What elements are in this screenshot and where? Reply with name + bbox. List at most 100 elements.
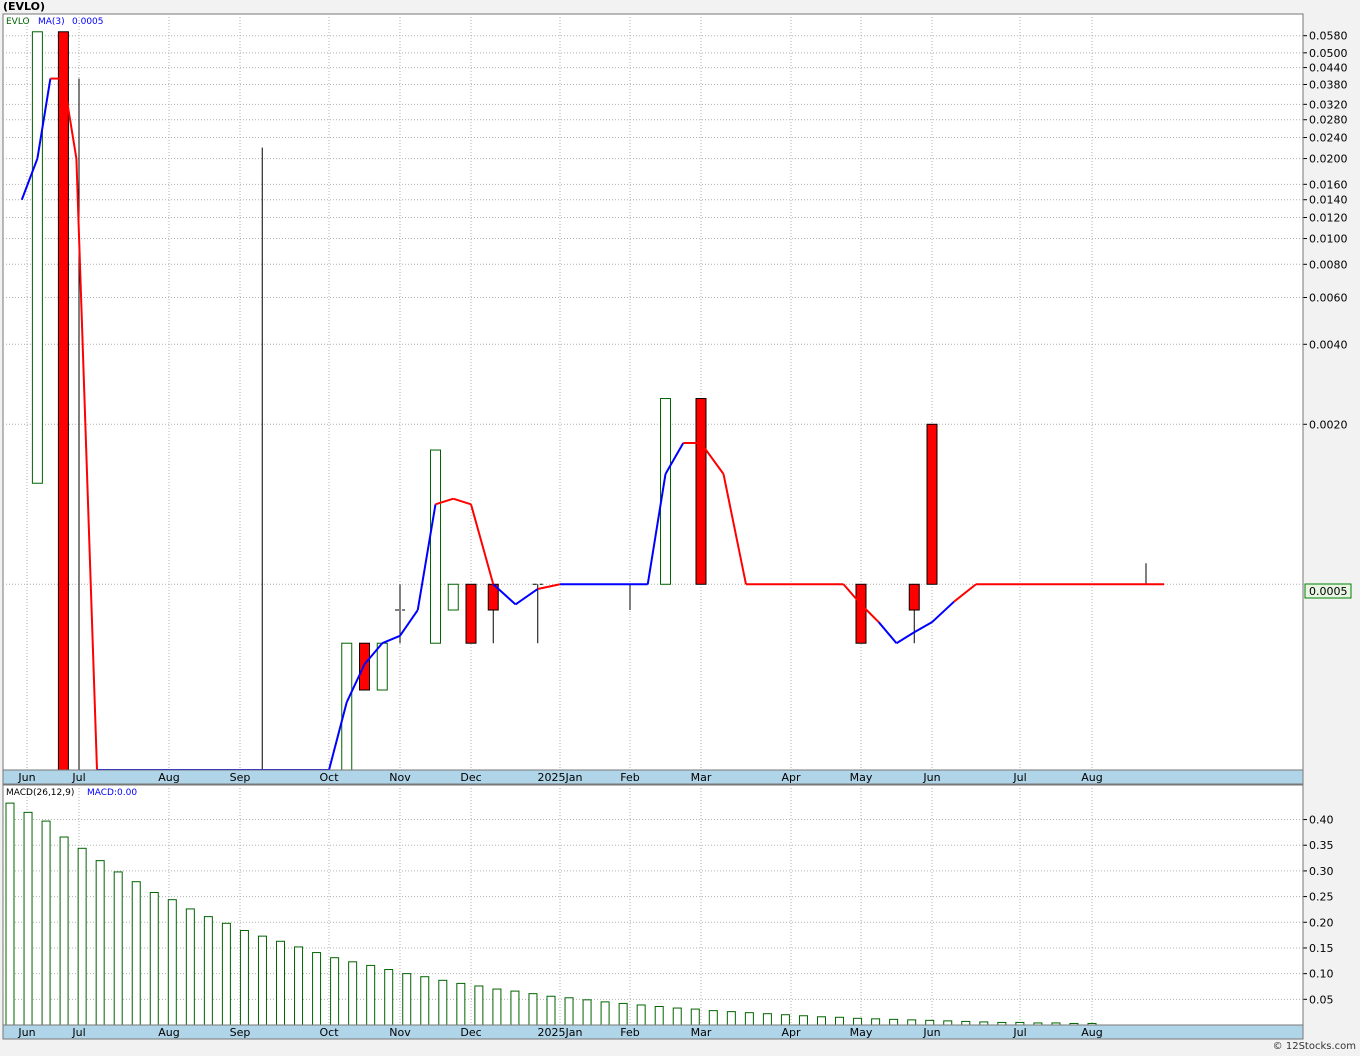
price-tick-label: 0.0160 bbox=[1309, 178, 1348, 191]
macd-tick-label: 0.30 bbox=[1309, 865, 1334, 878]
macd-legend-label: MACD(26,12,9) bbox=[6, 788, 74, 798]
macd-y-axis: 0.40 0.35 0.30 0.25 0.20 0.15 0.10 0.05 bbox=[1303, 814, 1334, 1006]
macd-bar bbox=[510, 990, 520, 1026]
macd-tick-label: 0.20 bbox=[1309, 916, 1334, 929]
macd-bar bbox=[257, 935, 267, 1026]
x-axis-label: 2025Jan bbox=[538, 1026, 583, 1039]
x-axis-label: Dec bbox=[460, 1026, 481, 1039]
x-axis-label: Oct bbox=[319, 1026, 339, 1039]
macd-bar bbox=[366, 964, 376, 1026]
x-axis-label: Jul bbox=[1012, 771, 1026, 784]
macd-bar bbox=[600, 1001, 610, 1026]
macd-bar bbox=[780, 1014, 790, 1026]
macd-bar bbox=[185, 908, 195, 1026]
price-candle-down bbox=[695, 398, 707, 585]
macd-bar bbox=[817, 1016, 826, 1026]
price-candle-down bbox=[465, 583, 477, 644]
macd-bar bbox=[907, 1019, 917, 1026]
macd-bar bbox=[708, 1010, 718, 1026]
macd-bar bbox=[131, 881, 141, 1026]
macd-bar bbox=[672, 1007, 682, 1026]
x-axis-label: Jun bbox=[17, 771, 35, 784]
ticker-title: (EVLO) bbox=[3, 0, 45, 13]
x-axis-label: Dec bbox=[460, 771, 481, 784]
macd-tick-label: 0.10 bbox=[1309, 968, 1334, 981]
price-candle-up bbox=[31, 31, 43, 484]
price-tick-label: 0.0200 bbox=[1309, 153, 1348, 166]
price-candle-up bbox=[447, 583, 459, 611]
x-axis-label: May bbox=[850, 771, 873, 784]
macd-tick-label: 0.40 bbox=[1309, 814, 1334, 827]
price-tick-label: 0.0140 bbox=[1309, 194, 1348, 207]
price-x-axis-strip bbox=[2, 769, 1304, 785]
macd-bar bbox=[384, 969, 394, 1026]
x-axis-label: Sep bbox=[230, 771, 251, 784]
price-y-axis: 0.0580 0.0500 0.0440 0.0380 0.0320 0.0280 0.02… bbox=[1303, 30, 1348, 431]
x-axis-label: Feb bbox=[620, 1026, 639, 1039]
price-candle-down bbox=[57, 31, 69, 771]
price-tick-label: 0.0040 bbox=[1309, 338, 1348, 351]
price-candle-down bbox=[908, 583, 920, 611]
macd-panel-background bbox=[2, 784, 1304, 1026]
x-axis-label: May bbox=[850, 1026, 873, 1039]
x-axis-label: Jun bbox=[17, 1026, 35, 1039]
x-axis-label: Sep bbox=[230, 1026, 251, 1039]
x-axis-label: Jul bbox=[1012, 1026, 1026, 1039]
macd-bar bbox=[149, 891, 159, 1026]
macd-bar bbox=[889, 1018, 899, 1026]
macd-bar bbox=[77, 847, 87, 1026]
x-axis-label: Jul bbox=[71, 771, 85, 784]
macd-bar bbox=[654, 1006, 664, 1026]
macd-bar bbox=[276, 940, 285, 1026]
macd-tick-label: 0.25 bbox=[1309, 891, 1334, 904]
macd-bar bbox=[925, 1019, 935, 1026]
x-axis-label: Aug bbox=[158, 771, 179, 784]
last-price-tag: 0.0005 bbox=[1304, 583, 1352, 599]
macd-bar bbox=[582, 999, 592, 1026]
price-tick-label: 0.0440 bbox=[1309, 62, 1348, 75]
macd-tick-label: 0.05 bbox=[1309, 993, 1334, 1006]
macd-bar bbox=[348, 961, 358, 1026]
x-axis-label: Aug bbox=[1081, 1026, 1102, 1039]
x-axis-label: Apr bbox=[781, 1026, 801, 1039]
price-candle-down bbox=[855, 583, 867, 644]
x-axis-label: Mar bbox=[691, 771, 712, 784]
macd-bar bbox=[726, 1011, 736, 1026]
macd-bar bbox=[402, 973, 412, 1026]
macd-bar bbox=[41, 820, 51, 1026]
macd-bar bbox=[798, 1015, 808, 1026]
x-axis-label: Nov bbox=[389, 1026, 411, 1039]
macd-bar bbox=[113, 871, 123, 1026]
price-tick-label: 0.0080 bbox=[1309, 258, 1348, 271]
price-tick-label: 0.0580 bbox=[1309, 30, 1348, 43]
x-axis-label: Aug bbox=[158, 1026, 179, 1039]
stock-chart: 0.0580 0.0500 0.0440 0.0380 0.0320 0.0280 0.02… bbox=[2, 0, 1352, 1040]
credit-text: © 12Stocks.com bbox=[1272, 1041, 1356, 1052]
macd-bar bbox=[239, 929, 249, 1026]
macd-bar bbox=[744, 1012, 754, 1026]
price-legend-ma-value: 0.0005 bbox=[72, 17, 104, 27]
last-price-label: 0.0005 bbox=[1309, 585, 1348, 598]
macd-tick-label: 0.35 bbox=[1309, 839, 1334, 852]
macd-bar bbox=[474, 985, 484, 1026]
price-tick-label: 0.0280 bbox=[1309, 114, 1348, 127]
price-candle-up bbox=[376, 642, 388, 691]
macd-x-axis-strip bbox=[2, 1024, 1304, 1040]
macd-bar bbox=[330, 957, 340, 1026]
price-candle-up bbox=[430, 449, 441, 644]
price-legend-symbol: EVLO bbox=[6, 17, 30, 27]
macd-bar bbox=[23, 811, 33, 1026]
price-tick-label: 0.0320 bbox=[1309, 98, 1348, 111]
macd-bar bbox=[95, 860, 105, 1026]
macd-bar bbox=[546, 995, 556, 1026]
x-axis-label: Jul bbox=[71, 1026, 85, 1039]
macd-bar bbox=[618, 1002, 628, 1026]
macd-bar bbox=[636, 1004, 646, 1026]
macd-bar bbox=[456, 982, 466, 1026]
macd-bar bbox=[59, 836, 69, 1026]
macd-bar bbox=[564, 997, 574, 1026]
x-axis-label: Aug bbox=[1081, 771, 1102, 784]
price-tick-label: 0.0020 bbox=[1309, 418, 1348, 431]
macd-bar bbox=[294, 946, 304, 1026]
macd-bar bbox=[835, 1016, 845, 1026]
